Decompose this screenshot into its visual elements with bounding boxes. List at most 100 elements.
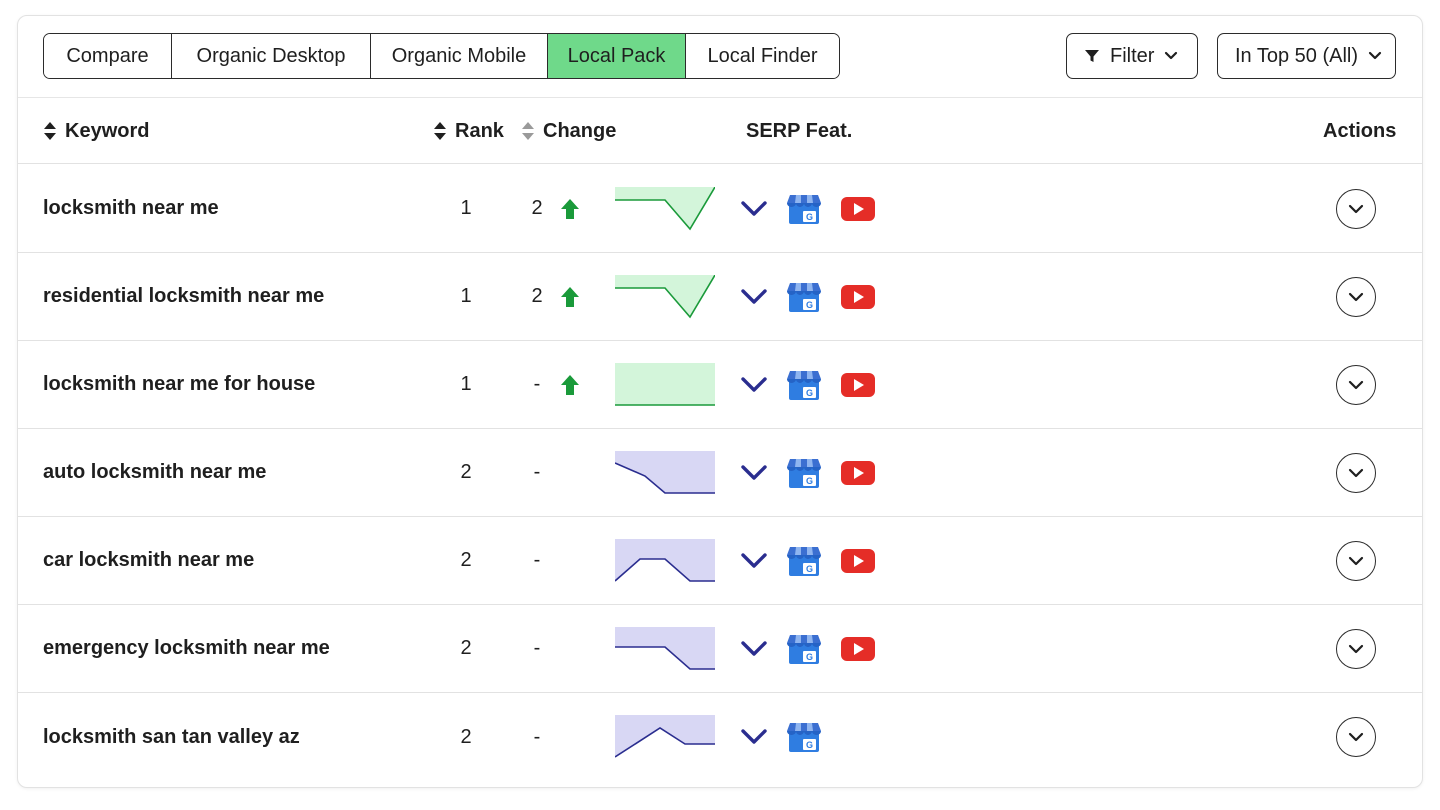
- serp-features-cell: G: [740, 253, 894, 340]
- expand-serp-features-icon[interactable]: [740, 552, 768, 570]
- table-row: auto locksmith near me 2 - G: [18, 429, 1422, 517]
- column-label-serp-features: SERP Feat.: [746, 119, 853, 142]
- expand-serp-features-icon[interactable]: [740, 640, 768, 658]
- chevron-down-icon: [1348, 292, 1364, 302]
- serp-features-cell: G: [740, 429, 894, 516]
- keyword-cell[interactable]: residential locksmith near me: [43, 253, 324, 340]
- column-label-actions: Actions: [1323, 119, 1397, 142]
- google-business-profile-icon: G: [786, 280, 822, 314]
- filter-button[interactable]: Filter: [1066, 33, 1198, 79]
- google-business-profile-icon: G: [786, 632, 822, 666]
- row-actions-button[interactable]: [1336, 540, 1376, 581]
- keyword-cell[interactable]: locksmith near me: [43, 165, 219, 252]
- rank-tracker-card: Compare Organic Desktop Organic Mobile L…: [17, 15, 1423, 788]
- youtube-icon: [840, 196, 876, 222]
- position-range-dropdown[interactable]: In Top 50 (All): [1217, 33, 1396, 79]
- change-value: 2: [531, 197, 543, 219]
- row-actions-button[interactable]: [1336, 628, 1376, 669]
- youtube-icon: [840, 636, 876, 662]
- google-business-profile-icon: G: [786, 192, 822, 226]
- change-value: -: [533, 549, 541, 571]
- expand-serp-features-icon[interactable]: [740, 200, 768, 218]
- tab-compare[interactable]: Compare: [44, 34, 172, 78]
- google-business-profile-icon: G: [786, 720, 822, 754]
- change-cell: -: [528, 341, 588, 428]
- keyword-cell[interactable]: auto locksmith near me: [43, 429, 266, 516]
- change-cell: -: [528, 517, 588, 604]
- column-header-change[interactable]: Change: [521, 98, 616, 164]
- svg-text:G: G: [806, 564, 813, 574]
- row-actions-button[interactable]: [1336, 452, 1376, 493]
- column-label-keyword: Keyword: [65, 119, 150, 142]
- table-row: car locksmith near me 2 - G: [18, 517, 1422, 605]
- row-actions-button[interactable]: [1336, 364, 1376, 405]
- table-row: locksmith near me for house 1 - G: [18, 341, 1422, 429]
- google-business-profile-icon: G: [786, 544, 822, 578]
- expand-serp-features-icon[interactable]: [740, 728, 768, 746]
- table-row: locksmith near me 1 2 G: [18, 165, 1422, 253]
- tab-local-pack[interactable]: Local Pack: [548, 34, 686, 78]
- change-cell: 2: [528, 165, 588, 252]
- column-header-keyword[interactable]: Keyword: [43, 98, 149, 164]
- keyword-cell[interactable]: locksmith san tan valley az: [43, 693, 300, 781]
- serp-type-tabs: Compare Organic Desktop Organic Mobile L…: [43, 33, 840, 79]
- rank-history-sparkline: [615, 693, 715, 781]
- keyword-cell[interactable]: locksmith near me for house: [43, 341, 315, 428]
- filter-icon: [1084, 48, 1100, 64]
- svg-text:G: G: [806, 388, 813, 398]
- keyword-cell[interactable]: car locksmith near me: [43, 517, 254, 604]
- column-header-rank[interactable]: Rank: [433, 98, 504, 164]
- rank-cell: 1: [460, 373, 472, 395]
- tab-local-finder[interactable]: Local Finder: [686, 34, 839, 78]
- table-row: emergency locksmith near me 2 - G: [18, 605, 1422, 693]
- actions-cell: [1336, 253, 1376, 340]
- youtube-icon: [840, 284, 876, 310]
- google-business-profile-icon: G: [786, 368, 822, 402]
- change-cell: 2: [528, 253, 588, 340]
- svg-text:G: G: [806, 212, 813, 222]
- actions-cell: [1336, 429, 1376, 516]
- serp-features-cell: G: [740, 605, 894, 692]
- chevron-down-icon: [1348, 556, 1364, 566]
- change-cell: -: [528, 605, 588, 692]
- sort-icon[interactable]: [43, 121, 57, 141]
- expand-serp-features-icon[interactable]: [740, 288, 768, 306]
- serp-features-cell: G: [740, 693, 840, 781]
- row-actions-button[interactable]: [1336, 276, 1376, 317]
- svg-text:G: G: [806, 300, 813, 310]
- filter-label: Filter: [1110, 44, 1155, 67]
- table-row: locksmith san tan valley az 2 - G: [18, 693, 1422, 781]
- sort-icon[interactable]: [521, 121, 535, 141]
- google-business-profile-icon: G: [786, 456, 822, 490]
- rank-cell: 1: [460, 197, 472, 219]
- rank-cell: 2: [460, 461, 472, 483]
- arrow-up-icon: [560, 198, 580, 220]
- expand-serp-features-icon[interactable]: [740, 376, 768, 394]
- youtube-icon: [840, 372, 876, 398]
- change-cell: -: [528, 429, 588, 516]
- arrow-up-icon: [560, 286, 580, 308]
- serp-features-cell: G: [740, 341, 894, 428]
- rank-history-sparkline: [615, 341, 715, 428]
- chevron-down-icon: [1348, 204, 1364, 214]
- chevron-down-icon: [1368, 51, 1382, 61]
- sort-icon[interactable]: [433, 121, 447, 141]
- svg-text:G: G: [806, 652, 813, 662]
- keyword-cell[interactable]: emergency locksmith near me: [43, 605, 330, 692]
- expand-serp-features-icon[interactable]: [740, 464, 768, 482]
- tab-organic-mobile[interactable]: Organic Mobile: [371, 34, 548, 78]
- rank-history-sparkline: [615, 605, 715, 692]
- rank-cell: 2: [460, 725, 472, 748]
- chevron-down-icon: [1164, 51, 1178, 61]
- change-cell: -: [528, 693, 588, 781]
- arrow-up-icon: [560, 374, 580, 396]
- actions-cell: [1336, 341, 1376, 428]
- actions-cell: [1336, 693, 1376, 781]
- column-label-rank: Rank: [455, 119, 504, 142]
- row-actions-button[interactable]: [1336, 717, 1376, 757]
- tab-organic-desktop[interactable]: Organic Desktop: [172, 34, 371, 78]
- change-value: 2: [531, 285, 543, 307]
- row-actions-button[interactable]: [1336, 188, 1376, 229]
- change-value: -: [533, 725, 541, 748]
- rank-history-sparkline: [615, 165, 715, 252]
